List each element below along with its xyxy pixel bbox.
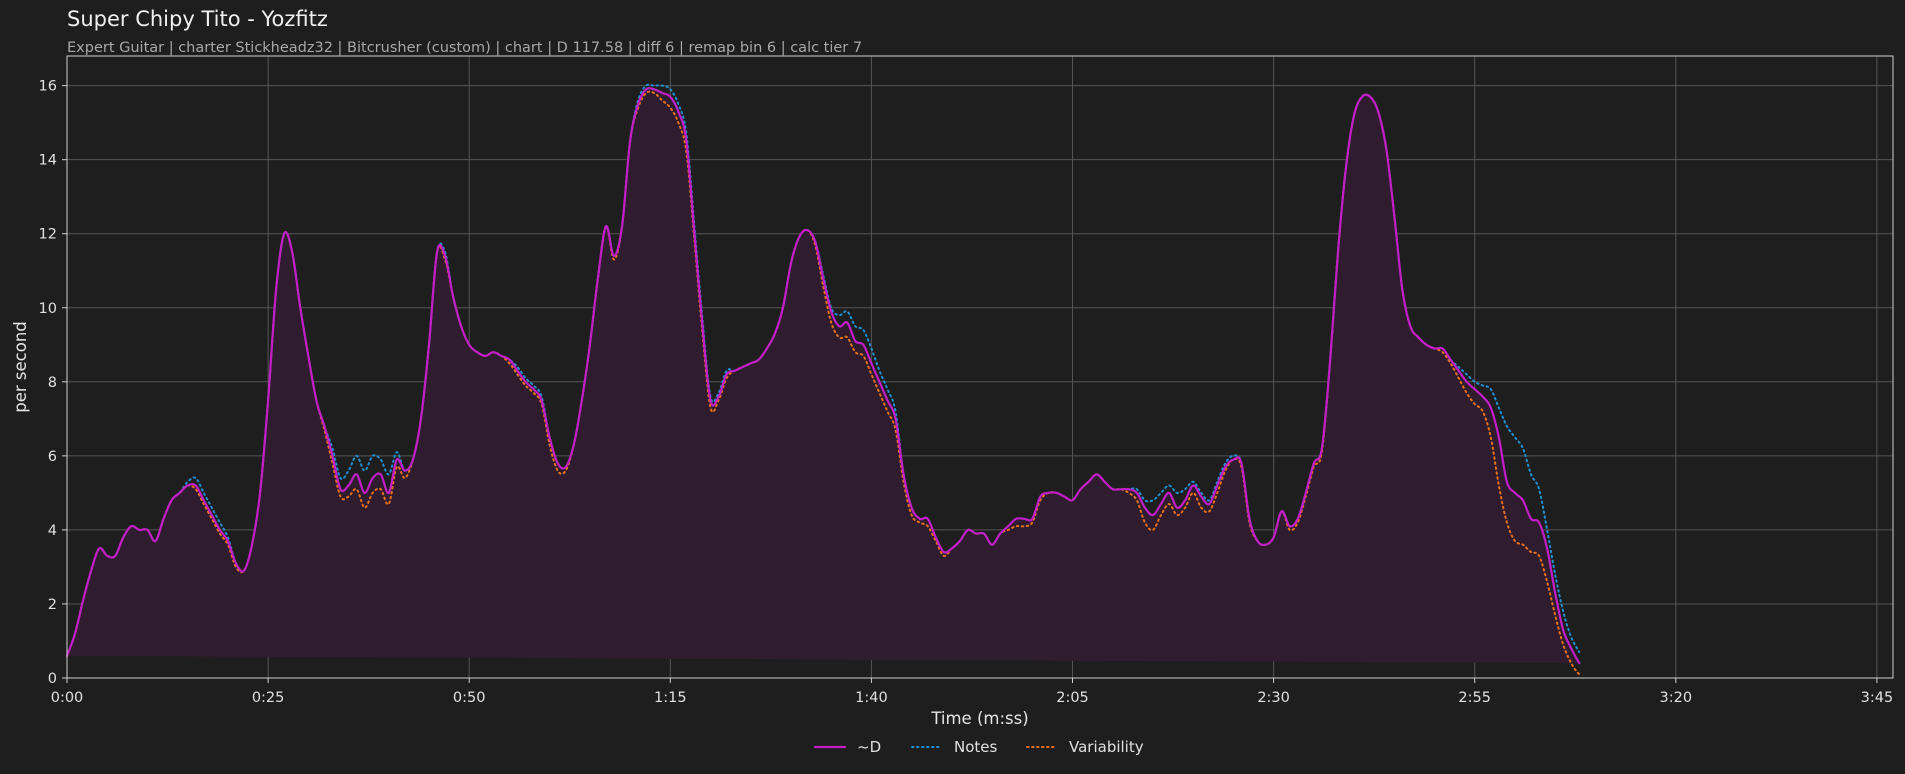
legend-label: Variability — [1069, 738, 1144, 756]
x-tick-label: 2:05 — [1056, 690, 1089, 706]
legend-label: Notes — [954, 738, 998, 756]
x-axis-ticks: 0:00 0:25 0:50 1:15 1:40 2:05 2:30 2:55 3:20 3:45 — [51, 678, 1893, 706]
x-tick-label: 0:00 — [51, 690, 84, 706]
x-tick-label: 2:30 — [1257, 690, 1290, 706]
chart-canvas: 0:00 0:25 0:50 1:15 1:40 2:05 2:30 2:55 3:20 3:45… — [11, 55, 1894, 756]
y-axis-ticks: 0 2 4 6 8 10 12 14 16 — [39, 79, 67, 687]
x-axis-label: Time (m:ss) — [930, 709, 1028, 728]
x-tick-label: 0:25 — [252, 690, 285, 706]
y-tick-label: 8 — [48, 375, 57, 391]
y-tick-label: 14 — [39, 153, 57, 169]
y-tick-label: 4 — [48, 523, 57, 539]
x-tick-label: 2:55 — [1458, 690, 1491, 706]
y-tick-label: 2 — [48, 597, 57, 613]
y-tick-label: 10 — [39, 301, 57, 317]
y-tick-label: 12 — [39, 227, 57, 243]
y-tick-label: 6 — [48, 449, 57, 465]
x-tick-label: 3:20 — [1660, 690, 1693, 706]
x-tick-label: 0:50 — [453, 690, 486, 706]
x-tick-label: 3:45 — [1861, 690, 1894, 706]
y-tick-label: 0 — [48, 671, 57, 687]
legend-label: ~D — [857, 738, 881, 756]
area-fill-layer — [67, 88, 1580, 664]
d-area-fill — [67, 88, 1580, 664]
x-tick-label: 1:40 — [855, 690, 888, 706]
y-tick-label: 16 — [39, 79, 57, 95]
x-tick-label: 1:15 — [654, 690, 687, 706]
y-axis-label: per second — [11, 321, 30, 413]
legend: ~D Notes Variability — [813, 738, 1144, 756]
